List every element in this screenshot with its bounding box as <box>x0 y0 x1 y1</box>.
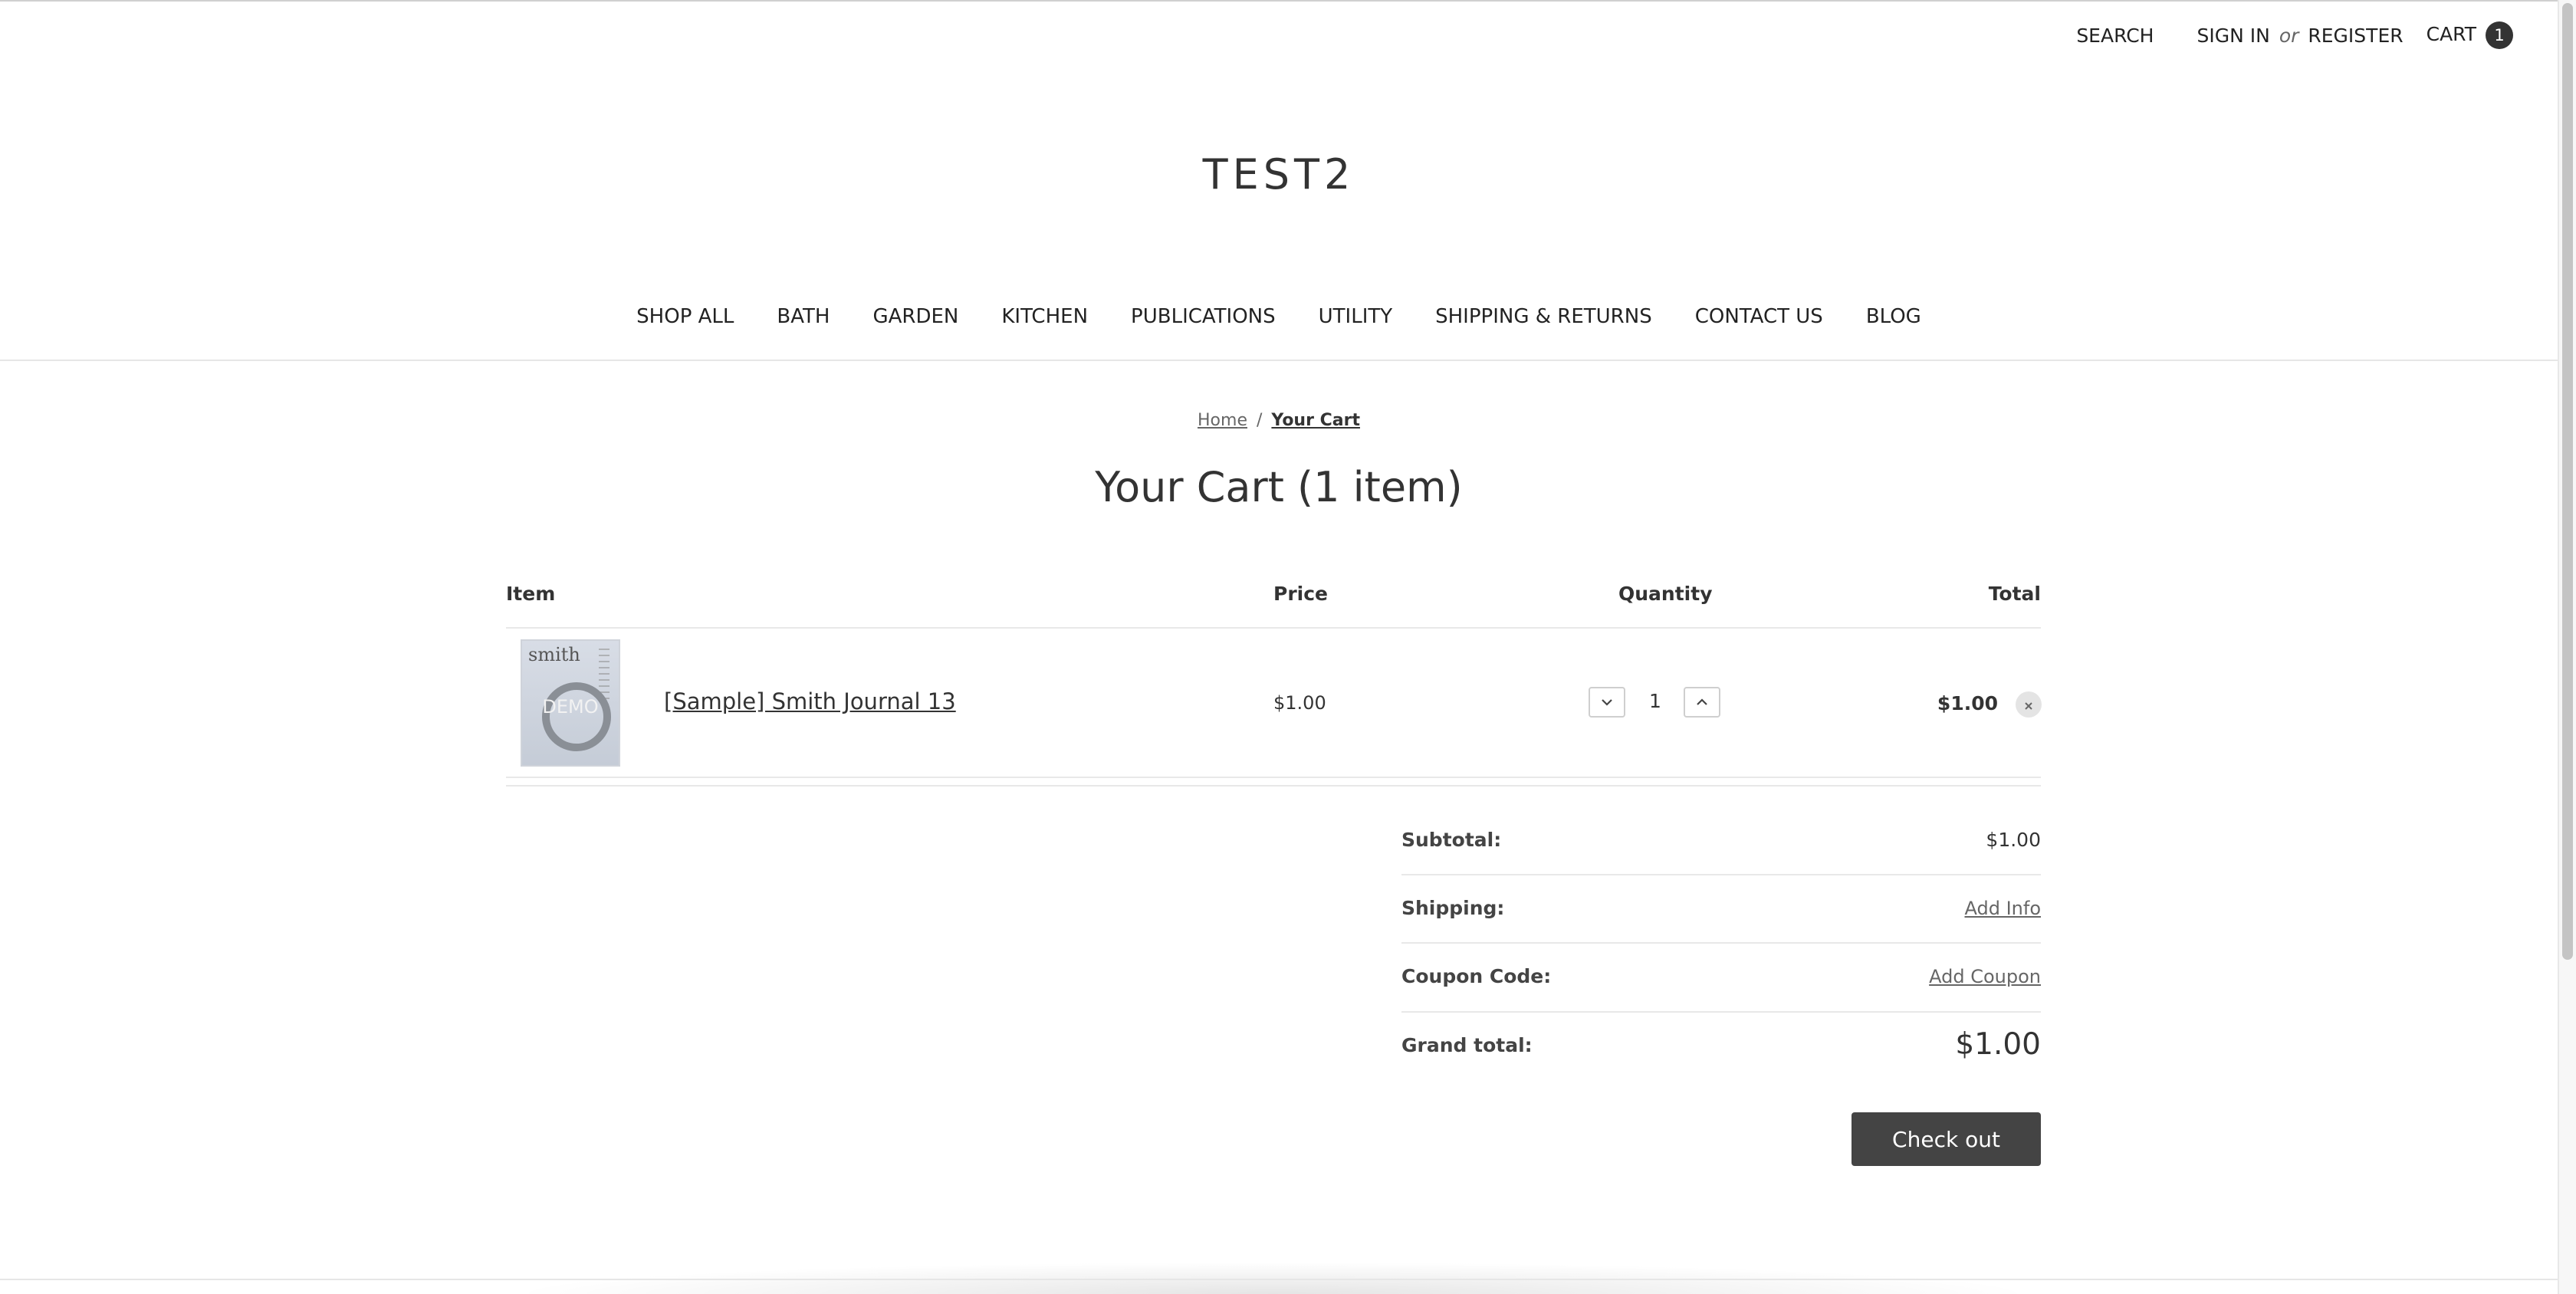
nav-item-garden[interactable]: GARDEN <box>872 305 958 328</box>
breadcrumb: Home / Your Cart <box>0 411 2558 430</box>
nav-item-shipping-returns[interactable]: SHIPPING & RETURNS <box>1435 305 1652 328</box>
product-name-link[interactable]: [Sample] Smith Journal 13 <box>664 688 956 714</box>
subtotal-label: Subtotal: <box>1401 829 1502 851</box>
remove-item-button[interactable] <box>2016 691 2042 718</box>
coupon-label: Coupon Code: <box>1401 965 1552 987</box>
page-title: Your Cart (1 item) <box>1095 463 1463 511</box>
product-total: $1.00 <box>1937 692 1998 714</box>
or-text: or <box>2279 24 2299 47</box>
quantity-increase-button[interactable] <box>1684 687 1720 718</box>
main-nav: SHOP ALL BATH GARDEN KITCHEN PUBLICATION… <box>0 305 2558 328</box>
add-coupon-link[interactable]: Add Coupon <box>1929 966 2041 987</box>
footer-divider <box>0 1279 2558 1280</box>
table-header-divider <box>506 627 2041 629</box>
cart-label: CART <box>2426 23 2476 45</box>
nav-divider <box>0 360 2558 361</box>
summary-divider <box>1401 1011 2041 1013</box>
chevron-up-icon <box>1697 698 1707 705</box>
subtotal-value: $1.00 <box>1986 829 2041 851</box>
sign-in-link[interactable]: SIGN IN <box>2196 25 2269 47</box>
breadcrumb-separator: / <box>1256 411 1263 430</box>
nav-item-contact-us[interactable]: CONTACT US <box>1695 305 1823 328</box>
breadcrumb-home[interactable]: Home <box>1198 411 1247 430</box>
quantity-input[interactable] <box>1627 690 1684 712</box>
quantity-decrease-button[interactable] <box>1589 687 1625 718</box>
grand-total-label: Grand total: <box>1401 1034 1533 1056</box>
nav-item-bath[interactable]: BATH <box>777 305 830 328</box>
search-link[interactable]: SEARCH <box>2076 25 2154 47</box>
product-price: $1.00 <box>1273 692 1326 714</box>
utility-nav: SEARCH SIGN IN or REGISTER CART 1 <box>2076 20 2513 51</box>
nav-item-shop-all[interactable]: SHOP ALL <box>636 305 734 328</box>
column-header-item: Item <box>506 583 556 605</box>
cart-link[interactable]: CART 1 <box>2426 21 2513 49</box>
thumbnail-demo-label: DEMO <box>542 696 599 718</box>
nav-item-utility[interactable]: UTILITY <box>1319 305 1393 328</box>
nav-item-blog[interactable]: BLOG <box>1866 305 1921 328</box>
register-link[interactable]: REGISTER <box>2308 25 2403 47</box>
scrollbar-thumb[interactable] <box>2562 3 2573 960</box>
footer-shadow <box>506 1262 2039 1294</box>
window-top-border <box>0 0 2558 2</box>
product-thumbnail[interactable]: smith DEMO <box>521 639 620 767</box>
thumbnail-brand-text: smith <box>528 644 580 665</box>
nav-item-publications[interactable]: PUBLICATIONS <box>1131 305 1276 328</box>
nav-item-kitchen[interactable]: KITCHEN <box>1001 305 1088 328</box>
cart-count-badge: 1 <box>2486 21 2513 49</box>
close-icon <box>2025 701 2032 710</box>
checkout-button[interactable]: Check out <box>1852 1112 2041 1166</box>
summary-divider <box>1401 874 2041 875</box>
grand-total-value: $1.00 <box>1955 1027 2041 1062</box>
column-header-total: Total <box>1988 583 2041 605</box>
table-bottom-divider <box>506 785 2041 787</box>
table-row-divider <box>506 777 2041 778</box>
breadcrumb-current[interactable]: Your Cart <box>1271 411 1360 430</box>
column-header-quantity: Quantity <box>1618 583 1713 605</box>
summary-divider <box>1401 942 2041 944</box>
shipping-label: Shipping: <box>1401 897 1505 919</box>
store-logo[interactable]: TEST2 <box>0 150 2558 199</box>
shipping-add-info-link[interactable]: Add Info <box>1964 898 2041 919</box>
column-header-price: Price <box>1273 583 1328 605</box>
chevron-down-icon <box>1602 699 1612 706</box>
